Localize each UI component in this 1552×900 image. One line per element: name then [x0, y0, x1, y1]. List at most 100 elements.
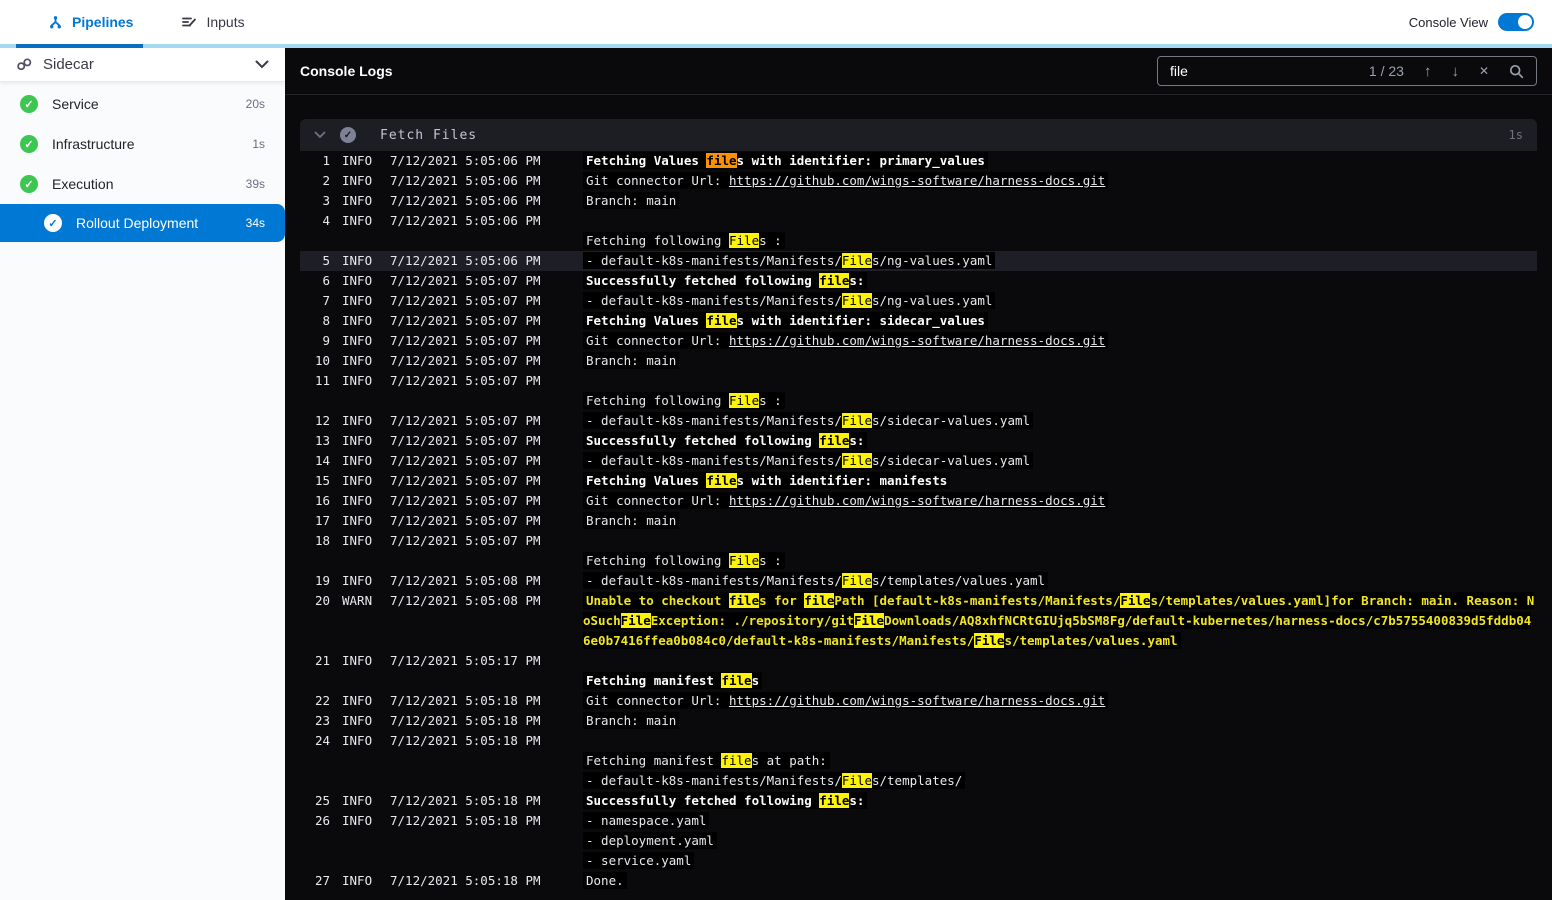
- console-panel: Console Logs 1 / 23 ↑ ↓ ✕: [285, 48, 1552, 900]
- log-level: INFO: [342, 333, 373, 348]
- log-message: - default-k8s-manifests/Manifests/Files/…: [583, 411, 1537, 431]
- tab-underline-strip: [0, 44, 1552, 48]
- check-circle-icon: ✓: [20, 135, 38, 153]
- tab-inputs-label: Inputs: [206, 14, 245, 30]
- log-row: 23 INFO 7/12/2021 5:05:18 PM Branch: main: [300, 711, 1537, 731]
- log-level: INFO: [342, 433, 373, 448]
- log-message: - default-k8s-manifests/Manifests/Files/…: [583, 571, 1537, 591]
- log-row: 20 WARN 7/12/2021 5:05:08 PM Unable to chec…: [300, 591, 1537, 651]
- log-line-number[interactable]: 11: [300, 371, 330, 391]
- search-icon[interactable]: [1509, 64, 1524, 79]
- log-line-number[interactable]: 9: [300, 331, 330, 351]
- search-match: file: [819, 793, 850, 808]
- log-timestamp: 7/12/2021 5:05:06 PM: [390, 193, 541, 208]
- close-search-icon[interactable]: ✕: [1479, 65, 1489, 77]
- log-row: 6 INFO 7/12/2021 5:05:07 PM Successfully fe…: [300, 271, 1537, 291]
- log-row: Fetching manifest files at path:: [300, 751, 1537, 771]
- sidebar-step-rollout-deployment[interactable]: ✓ Rollout Deployment 34s: [0, 204, 285, 242]
- log-line-number[interactable]: 22: [300, 691, 330, 711]
- log-row: 21 INFO 7/12/2021 5:05:17 PM: [300, 651, 1537, 671]
- log-line-number[interactable]: 23: [300, 711, 330, 731]
- sidebar-step-infrastructure[interactable]: ✓ Infrastructure 1s: [0, 124, 285, 164]
- log-line-number[interactable]: 16: [300, 491, 330, 511]
- log-line-number[interactable]: 7: [300, 291, 330, 311]
- log-message: Fetching Values files with identifier: m…: [583, 471, 1537, 491]
- log-row: 9 INFO 7/12/2021 5:05:07 PM Git connector U…: [300, 331, 1537, 351]
- log-line-number[interactable]: 4: [300, 211, 330, 231]
- search-input[interactable]: [1170, 63, 1349, 79]
- log-row: 7 INFO 7/12/2021 5:05:07 PM - default-k8s-m…: [300, 291, 1537, 311]
- sidebar-step-execution[interactable]: ✓ Execution 39s: [0, 164, 285, 204]
- collapse-chevron-icon[interactable]: [314, 131, 326, 139]
- log-row: 26 INFO 7/12/2021 5:05:18 PM - namespace.ya…: [300, 811, 1537, 831]
- log-timestamp: 7/12/2021 5:05:07 PM: [390, 333, 541, 348]
- log-line-number[interactable]: 10: [300, 351, 330, 371]
- log-row: 27 INFO 7/12/2021 5:05:18 PM Done.: [300, 871, 1537, 891]
- tab-pipelines[interactable]: Pipelines: [38, 0, 143, 44]
- sidebar-step-service[interactable]: ✓ Service 20s: [0, 84, 285, 124]
- log-line-number[interactable]: 1: [300, 151, 330, 171]
- log-link[interactable]: https://github.com/wings-software/harnes…: [729, 333, 1105, 348]
- check-circle-icon: ✓: [20, 95, 38, 113]
- previous-match-icon[interactable]: ↑: [1424, 64, 1432, 79]
- log-timestamp: 7/12/2021 5:05:06 PM: [390, 153, 541, 168]
- log-line-number[interactable]: 5: [300, 251, 330, 271]
- chevron-down-icon[interactable]: [255, 60, 269, 69]
- log-line-number[interactable]: 26: [300, 811, 330, 831]
- log-message: Fetching Values files with identifier: p…: [583, 151, 1537, 171]
- log-line-number[interactable]: 20: [300, 591, 330, 611]
- log-line-number[interactable]: 19: [300, 571, 330, 591]
- log-level: INFO: [342, 793, 373, 808]
- stage-header[interactable]: Sidecar: [0, 48, 285, 82]
- log-line-number[interactable]: 2: [300, 171, 330, 191]
- inputs-icon: [181, 14, 197, 30]
- tab-inputs[interactable]: Inputs: [171, 0, 254, 44]
- log-message: Branch: main: [583, 351, 1537, 371]
- log-row: 13 INFO 7/12/2021 5:05:07 PM Successfully f…: [300, 431, 1537, 451]
- log-line-number[interactable]: 8: [300, 311, 330, 331]
- log-link[interactable]: https://github.com/wings-software/harnes…: [729, 693, 1105, 708]
- log-line-number[interactable]: 27: [300, 871, 330, 891]
- log-message: Unable to checkout files for filePath [d…: [583, 592, 1535, 649]
- step-duration: 39s: [245, 177, 265, 191]
- log-row: 3 INFO 7/12/2021 5:05:06 PM Branch: main: [300, 191, 1537, 211]
- log-link[interactable]: https://github.com/wings-software/harnes…: [729, 493, 1105, 508]
- log-timestamp: 7/12/2021 5:05:07 PM: [390, 273, 541, 288]
- search-match: file: [819, 273, 850, 288]
- log-timestamp: 7/12/2021 5:05:07 PM: [390, 373, 541, 388]
- log-timestamp: 7/12/2021 5:05:07 PM: [390, 293, 541, 308]
- log-timestamp: 7/12/2021 5:05:07 PM: [390, 473, 541, 488]
- log-line-number[interactable]: 25: [300, 791, 330, 811]
- log-line-number[interactable]: 6: [300, 271, 330, 291]
- log-line-number[interactable]: 14: [300, 451, 330, 471]
- log-line-number[interactable]: 21: [300, 651, 330, 671]
- step-duration: 34s: [245, 216, 265, 230]
- log-line-number[interactable]: 12: [300, 411, 330, 431]
- log-line-number[interactable]: 15: [300, 471, 330, 491]
- stage-name: Sidecar: [43, 56, 94, 73]
- log-level: INFO: [342, 253, 373, 268]
- log-search-box: 1 / 23 ↑ ↓ ✕: [1157, 56, 1537, 86]
- active-tab-underline: [16, 44, 143, 48]
- log-link[interactable]: https://github.com/wings-software/harnes…: [729, 173, 1105, 188]
- log-row: - default-k8s-manifests/Manifests/Files/…: [300, 771, 1537, 791]
- log-row: Fetching following Files :: [300, 391, 1537, 411]
- log-line-number[interactable]: 24: [300, 731, 330, 751]
- next-match-icon[interactable]: ↓: [1451, 64, 1459, 79]
- console-header: Console Logs 1 / 23 ↑ ↓ ✕: [285, 48, 1552, 95]
- log-line-number[interactable]: 18: [300, 531, 330, 551]
- log-row: 5 INFO 7/12/2021 5:05:06 PM - default-k8s-m…: [300, 251, 1537, 271]
- log-timestamp: 7/12/2021 5:05:06 PM: [390, 253, 541, 268]
- log-level: INFO: [342, 173, 373, 188]
- log-message: - namespace.yaml: [583, 811, 1537, 831]
- log-line-number[interactable]: 13: [300, 431, 330, 451]
- console-view-label: Console View: [1408, 14, 1488, 30]
- log-level: INFO: [342, 733, 373, 748]
- log-line-number[interactable]: 17: [300, 511, 330, 531]
- search-match: File: [841, 573, 872, 588]
- log-row: - service.yaml: [300, 851, 1537, 871]
- log-section-header[interactable]: ✓ Fetch Files 1s: [300, 119, 1537, 151]
- console-view-toggle[interactable]: [1498, 13, 1534, 31]
- log-line-number[interactable]: 3: [300, 191, 330, 211]
- check-circle-icon: ✓: [20, 175, 38, 193]
